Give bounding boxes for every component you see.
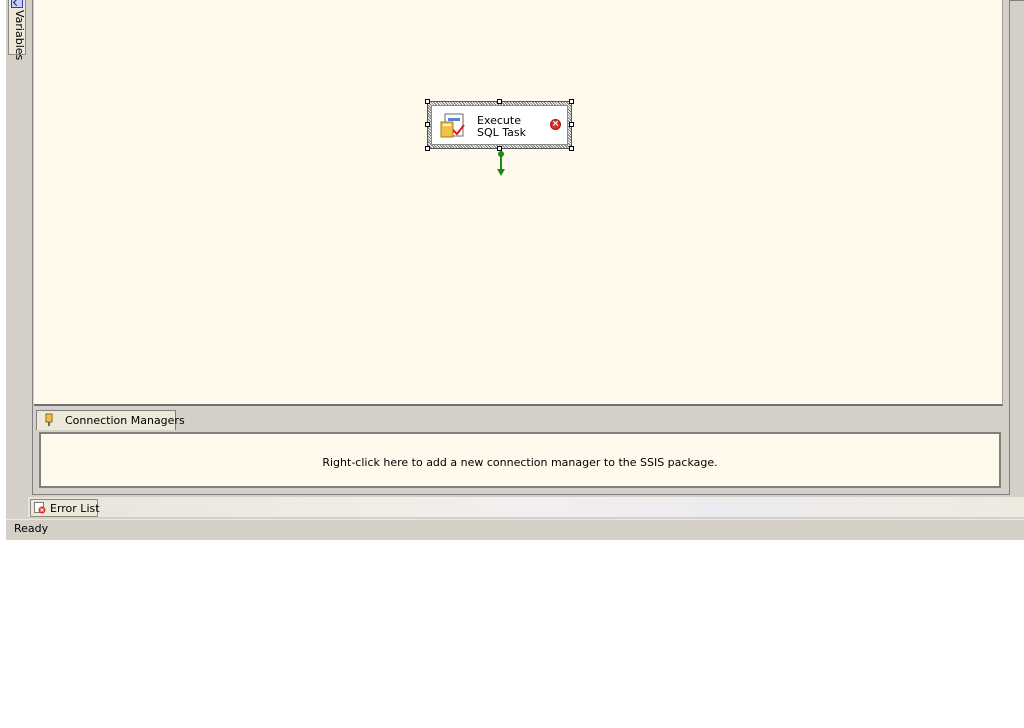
connection-managers-hint: Right-click here to add a new connection…	[322, 456, 718, 469]
ide-window: Variables Execute SQL Task × Connection …	[6, 0, 1024, 540]
resize-handle[interactable]	[425, 99, 430, 104]
error-icon[interactable]: ×	[550, 119, 561, 130]
task-label-line2: SQL Task	[477, 126, 527, 139]
resize-handle[interactable]	[425, 146, 430, 151]
control-flow-canvas[interactable]: Execute SQL Task ×	[34, 0, 1003, 406]
status-text: Ready	[14, 522, 49, 535]
resize-handle[interactable]	[497, 99, 502, 104]
connection-manager-icon	[45, 413, 53, 426]
execute-sql-task[interactable]: Execute SQL Task ×	[425, 99, 574, 151]
scrollbar-edge	[1010, 0, 1024, 1]
resize-handle[interactable]	[425, 122, 430, 127]
resize-handle[interactable]	[569, 122, 574, 127]
task-label: Execute SQL Task	[477, 115, 526, 139]
resize-handle[interactable]	[569, 99, 574, 104]
tab-connection-managers-label: Connection Managers	[65, 414, 185, 427]
tab-error-list-label: Error List	[50, 502, 100, 515]
variables-tab[interactable]: Variables	[8, 0, 26, 60]
error-list-icon	[34, 502, 46, 514]
left-autohide-strip: Variables	[6, 0, 28, 510]
bottom-tool-tabs: Error List	[28, 497, 1024, 517]
task-body[interactable]: Execute SQL Task ×	[431, 105, 568, 145]
package-designer: Execute SQL Task × Connection Managers R…	[32, 0, 1010, 495]
success-precedence-arrow[interactable]	[496, 150, 506, 178]
tab-connection-managers[interactable]: Connection Managers	[36, 410, 185, 430]
resize-handle[interactable]	[569, 146, 574, 151]
variables-icon	[11, 0, 23, 8]
status-bar: Ready	[6, 519, 1024, 540]
connection-managers-area[interactable]: Right-click here to add a new connection…	[39, 432, 1001, 488]
execute-sql-task-icon	[440, 113, 465, 138]
connection-managers-tabbar: Connection Managers	[34, 406, 1002, 430]
variables-tab-label: Variables	[13, 10, 26, 61]
tab-error-list[interactable]: Error List	[30, 499, 100, 517]
